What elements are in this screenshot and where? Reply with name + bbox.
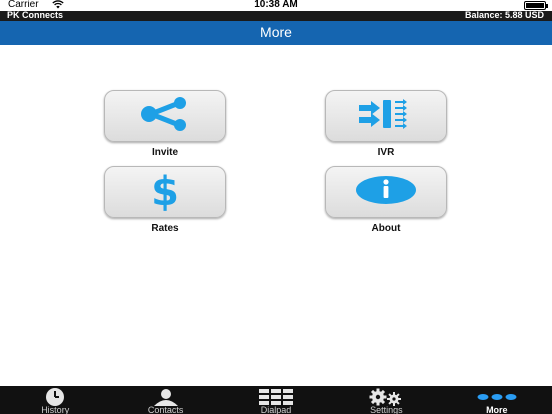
balance-label: Balance: 5.88 USD	[464, 10, 544, 20]
tab-more[interactable]: More	[442, 386, 552, 414]
tab-bar: History Contacts Dialpad Settings More	[0, 386, 552, 414]
rates-button[interactable]: $	[104, 166, 226, 218]
tab-dialpad[interactable]: Dialpad	[221, 386, 331, 414]
battery-icon	[524, 1, 548, 10]
tab-contacts[interactable]: Contacts	[110, 386, 220, 414]
account-info-bar: PK Connects Balance: 5.88 USD	[0, 10, 552, 21]
rates-item[interactable]: $ Rates	[104, 166, 226, 234]
dollar-icon: $	[145, 169, 185, 216]
gears-icon	[331, 388, 441, 406]
ivr-icon	[353, 97, 419, 136]
share-icon	[133, 96, 197, 136]
tab-dialpad-label: Dialpad	[260, 405, 292, 414]
tab-settings-label: Settings	[370, 405, 403, 414]
navigation-bar: More	[0, 21, 552, 45]
info-icon	[353, 173, 419, 212]
svg-text:$: $	[151, 169, 179, 211]
rates-label: Rates	[151, 223, 179, 234]
dialpad-icon	[221, 388, 331, 406]
tab-history[interactable]: History	[0, 386, 110, 414]
about-label: About	[371, 223, 401, 234]
ivr-label: IVR	[377, 147, 395, 158]
ivr-item[interactable]: IVR	[325, 90, 447, 158]
page-title: More	[260, 24, 292, 40]
tab-more-label: More	[486, 405, 508, 414]
clock-time: 10:38 AM	[254, 0, 298, 10]
tab-contacts-label: Contacts	[147, 405, 184, 414]
tab-history-label: History	[41, 405, 70, 414]
about-button[interactable]	[325, 166, 447, 218]
person-icon	[110, 388, 220, 406]
clock-icon	[0, 388, 110, 406]
ellipsis-icon	[442, 388, 552, 406]
invite-item[interactable]: Invite	[104, 90, 226, 158]
app-name: PK Connects	[7, 10, 64, 20]
about-item[interactable]: About	[325, 166, 447, 234]
ivr-button[interactable]	[325, 90, 447, 142]
invite-label: Invite	[151, 147, 179, 158]
tab-settings[interactable]: Settings	[331, 386, 441, 414]
invite-button[interactable]	[104, 90, 226, 142]
